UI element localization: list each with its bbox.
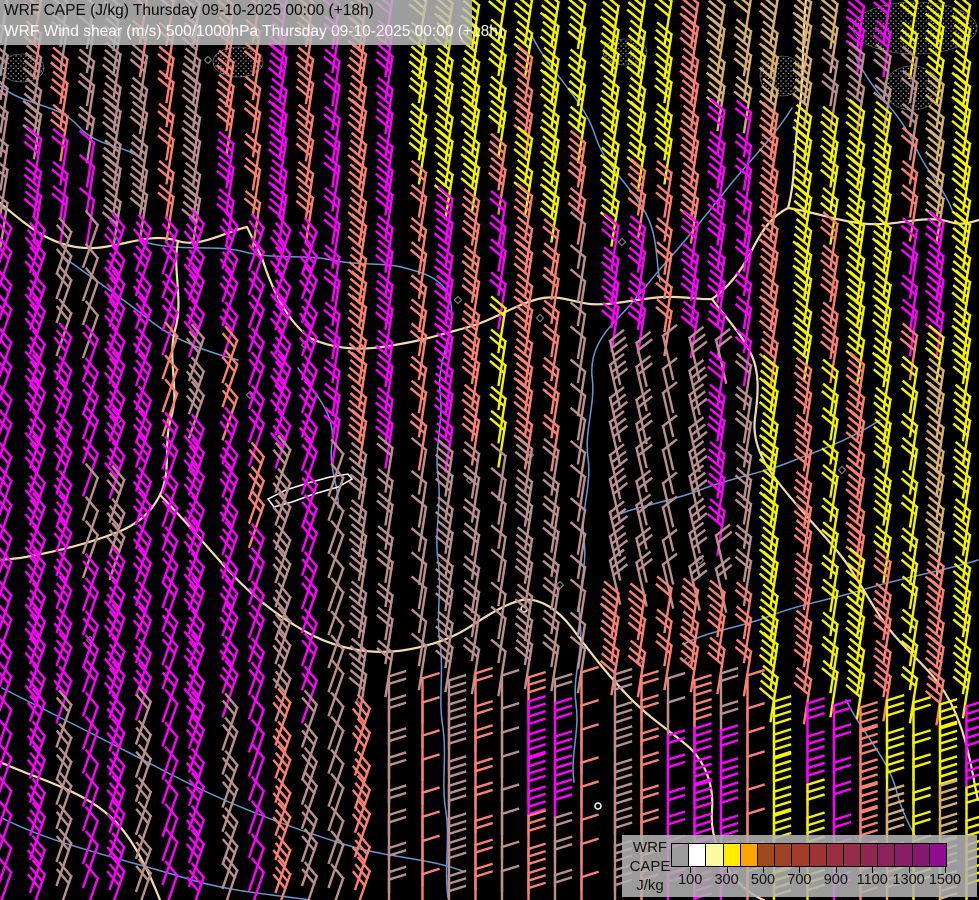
title-bar: WRF CAPE (J/kg) Thursday 09-10-2025 00:0… bbox=[0, 0, 472, 45]
legend-title: WRF CAPE J/kg bbox=[628, 838, 672, 895]
legend-tick-label: 1300 bbox=[889, 872, 929, 888]
legend-color-cell bbox=[723, 843, 741, 867]
legend-color-cell bbox=[894, 843, 912, 867]
legend-tick-label: 100 bbox=[670, 872, 710, 888]
legend-color-cell bbox=[809, 843, 827, 867]
legend-color-cell bbox=[705, 843, 723, 867]
legend-color-cell bbox=[877, 843, 895, 867]
legend-tick-label: 500 bbox=[743, 872, 783, 888]
legend-tick-label: 1500 bbox=[925, 872, 965, 888]
legend-title-line2: CAPE bbox=[628, 857, 672, 876]
legend-title-line1: WRF bbox=[628, 838, 672, 857]
legend-tick-label: 700 bbox=[779, 872, 819, 888]
legend-color-cell bbox=[774, 843, 792, 867]
cape-legend: WRF CAPE J/kg 10030050070090011001300150… bbox=[622, 835, 977, 897]
legend-color-cell bbox=[929, 843, 947, 867]
legend-tick-label: 900 bbox=[816, 872, 856, 888]
legend-color-cell bbox=[826, 843, 844, 867]
legend-tick-label: 1100 bbox=[852, 872, 892, 888]
legend-tick-label: 300 bbox=[707, 872, 747, 888]
title-line-cape: WRF CAPE (J/kg) Thursday 09-10-2025 00:0… bbox=[4, 2, 374, 20]
legend-color-cell bbox=[912, 843, 930, 867]
weather-map bbox=[0, 0, 979, 900]
legend-title-line3: J/kg bbox=[628, 876, 672, 895]
legend-color-cell bbox=[688, 843, 706, 867]
legend-color-cell bbox=[740, 843, 758, 867]
legend-color-scale bbox=[672, 843, 947, 867]
legend-color-cell bbox=[757, 843, 775, 867]
legend-color-cell bbox=[671, 843, 689, 867]
legend-color-cell bbox=[843, 843, 861, 867]
title-line-shear: WRF Wind shear (m/s) 500/1000hPa Thursda… bbox=[4, 23, 503, 41]
wrf-map-stage: WRF CAPE (J/kg) Thursday 09-10-2025 00:0… bbox=[0, 0, 979, 900]
legend-color-cell bbox=[860, 843, 878, 867]
legend-color-cell bbox=[791, 843, 809, 867]
